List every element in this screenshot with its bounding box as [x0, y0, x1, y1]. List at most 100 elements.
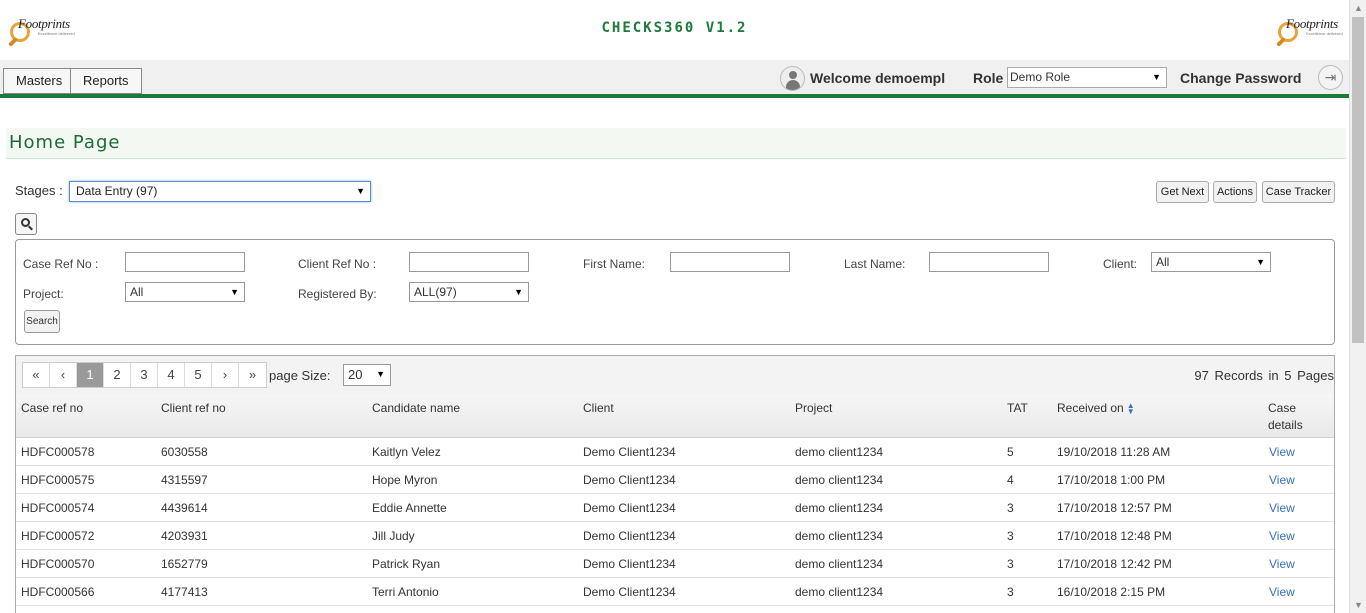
cell-client: Demo Client1234 [583, 445, 676, 459]
tab-masters[interactable]: Masters [3, 68, 76, 94]
project-value: All [130, 285, 144, 299]
client-ref-label: Client Ref No : [298, 257, 377, 271]
case-ref-input[interactable] [125, 252, 245, 272]
cell-case-ref: HDFC000574 [21, 501, 95, 515]
cell-candidate: Eddie Annette [372, 501, 447, 515]
cell-case-ref: HDFC000575 [21, 473, 95, 487]
header-received-label: Received on [1057, 401, 1124, 415]
cell-candidate: Patrick Ryan [372, 557, 441, 571]
caret-down-icon: ▼ [356, 186, 365, 196]
role-select[interactable]: Demo Role ▼ [1007, 67, 1167, 88]
cell-tat: 3 [1007, 557, 1014, 571]
page-button-2[interactable]: 2 [104, 363, 131, 387]
cell-project: demo client1234 [795, 529, 884, 543]
cell-client-ref: 4203931 [161, 529, 208, 543]
cell-client: Demo Client1234 [583, 529, 676, 543]
scroll-up-icon[interactable]: ▲ [1354, 3, 1363, 13]
cell-received: 17/10/2018 12:48 PM [1057, 529, 1172, 543]
client-ref-input[interactable] [409, 252, 529, 272]
cell-project: demo client1234 [795, 585, 884, 599]
header-received[interactable]: Received on ▲ ▼ [1057, 400, 1135, 417]
client-label: Client: [1103, 257, 1138, 271]
header-client[interactable]: Client [583, 400, 614, 417]
header-project[interactable]: Project [795, 400, 832, 417]
cases-grid: « ‹ 1 2 3 4 5 › » page Size: 20 ▼ 97 Rec… [15, 355, 1335, 613]
view-link[interactable]: View [1269, 473, 1295, 487]
records-text: Records in [1214, 368, 1279, 383]
table-row: HDFC000570 1652779 Patrick Ryan Demo Cli… [16, 550, 1334, 578]
page-size-select[interactable]: 20 ▼ [343, 364, 391, 386]
pager-bar: « ‹ 1 2 3 4 5 › » page Size: 20 ▼ 97 Rec… [16, 356, 1334, 394]
caret-down-icon: ▼ [1152, 72, 1161, 82]
welcome-text: Welcome demoempl [810, 70, 946, 86]
prev-page-button[interactable]: ‹ [50, 363, 77, 387]
cell-project: demo client1234 [795, 501, 884, 515]
first-name-input[interactable] [670, 252, 790, 272]
view-link[interactable]: View [1269, 501, 1295, 515]
next-page-button[interactable]: › [212, 363, 239, 387]
scroll-thumb[interactable] [1352, 17, 1364, 343]
vertical-scrollbar[interactable]: ▲ ▼ [1349, 0, 1366, 613]
first-page-button[interactable]: « [23, 363, 50, 387]
cell-candidate: Jill Judy [372, 529, 415, 543]
view-link[interactable]: View [1269, 529, 1295, 543]
footprints-logo-right: Footprints Excellence delivered [1272, 14, 1352, 50]
role-label: Role [973, 70, 1004, 86]
user-icon[interactable] [780, 66, 805, 91]
last-page-button[interactable]: » [239, 363, 266, 387]
page-button-5[interactable]: 5 [185, 363, 212, 387]
cell-client: Demo Client1234 [583, 557, 676, 571]
change-password-link[interactable]: Change Password [1180, 70, 1301, 86]
cell-candidate: Hope Myron [372, 473, 438, 487]
header-candidate[interactable]: Candidate name [372, 400, 460, 417]
case-tracker-button[interactable]: Case Tracker [1262, 181, 1335, 203]
tab-reports[interactable]: Reports [70, 68, 142, 94]
table-row: HDFC000566 4177413 Terri Antonio Demo Cl… [16, 578, 1334, 606]
cell-received: 16/10/2018 2:15 PM [1057, 585, 1166, 599]
last-name-input[interactable] [929, 252, 1049, 272]
last-name-label: Last Name: [844, 257, 906, 271]
sort-icon[interactable]: ▲ ▼ [1127, 401, 1135, 415]
cell-client-ref: 4439614 [161, 501, 208, 515]
page-button-4[interactable]: 4 [158, 363, 185, 387]
header-case-ref[interactable]: Case ref no [21, 400, 83, 417]
header-client-ref[interactable]: Client ref no [161, 400, 226, 417]
view-link[interactable]: View [1269, 445, 1295, 459]
table-row: HDFC000578 6030558 Kaitlyn Velez Demo Cl… [16, 438, 1334, 466]
case-ref-label: Case Ref No : [23, 257, 99, 271]
search-button[interactable]: Search [24, 310, 60, 333]
project-label: Project: [23, 287, 64, 301]
scroll-down-icon[interactable]: ▼ [1354, 600, 1363, 610]
cell-tat: 4 [1007, 473, 1014, 487]
cell-project: demo client1234 [795, 445, 884, 459]
pages-text: Pages [1297, 368, 1334, 383]
logo-subtext: Excellence delivered [1306, 31, 1343, 36]
table-row: HDFC000574 4439614 Eddie Annette Demo Cl… [16, 494, 1334, 522]
records-count: 97 [1194, 368, 1209, 383]
get-next-button[interactable]: Get Next [1156, 181, 1209, 203]
actions-button[interactable]: Actions [1213, 181, 1257, 203]
page-button-3[interactable]: 3 [131, 363, 158, 387]
cell-project: demo client1234 [795, 473, 884, 487]
stages-value: Data Entry (97) [76, 184, 158, 198]
page-button-1[interactable]: 1 [77, 363, 104, 387]
header-tat[interactable]: TAT [1007, 400, 1028, 417]
cell-client: Demo Client1234 [583, 585, 676, 599]
project-select[interactable]: All ▼ [125, 282, 245, 302]
caret-down-icon: ▼ [230, 287, 239, 297]
registered-by-select[interactable]: ALL(97) ▼ [409, 282, 529, 302]
first-name-label: First Name: [583, 257, 646, 271]
cell-project: demo client1234 [795, 557, 884, 571]
logout-icon[interactable]: ⇥ [1318, 65, 1343, 90]
records-summary: 97 Records in 5 Pages [1194, 368, 1334, 383]
search-icon[interactable] [15, 213, 37, 235]
stages-select[interactable]: Data Entry (97) ▼ [69, 181, 371, 202]
client-select[interactable]: All ▼ [1151, 252, 1271, 272]
page-size-value: 20 [348, 367, 363, 382]
view-link[interactable]: View [1269, 557, 1295, 571]
cell-client-ref: 4177413 [161, 585, 208, 599]
cell-tat: 3 [1007, 501, 1014, 515]
cell-client: Demo Client1234 [583, 501, 676, 515]
view-link[interactable]: View [1269, 585, 1295, 599]
cell-case-ref: HDFC000566 [21, 585, 95, 599]
